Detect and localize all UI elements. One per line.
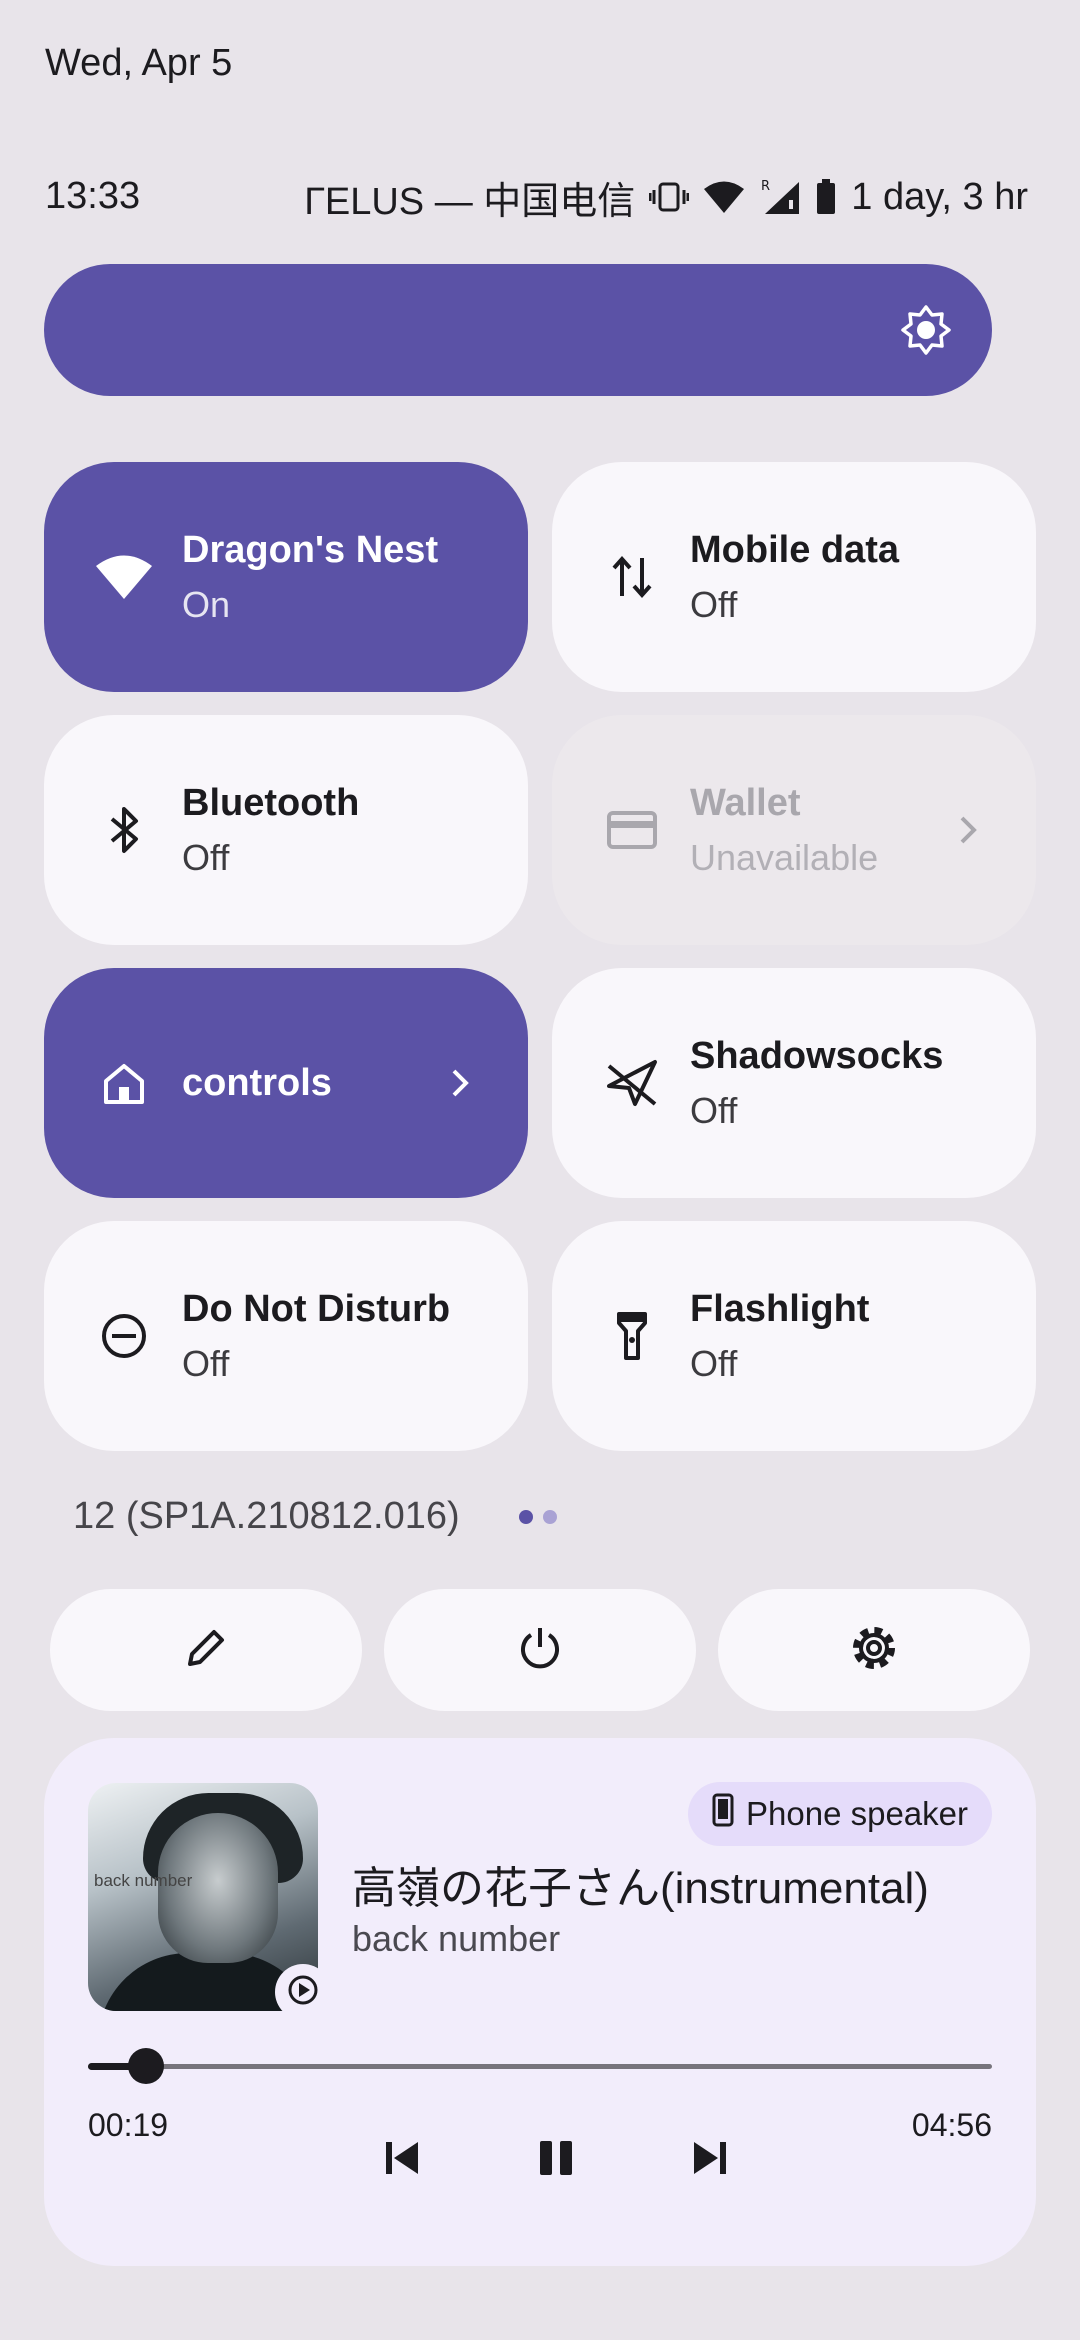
clock: 13:33	[45, 175, 141, 217]
tile-title: Dragon's Nest	[182, 528, 439, 571]
output-switcher-chip[interactable]: Phone speaker	[688, 1782, 992, 1846]
tile-title: Shadowsocks	[690, 1034, 944, 1077]
power-button[interactable]	[384, 1589, 696, 1711]
previous-button[interactable]	[372, 2130, 432, 2190]
song-title: 高嶺の花子さん(instrumental)	[352, 1864, 929, 1913]
tile-title: Mobile data	[690, 528, 900, 571]
total-time: 04:56	[911, 2107, 992, 2143]
tile-do-not-disturb[interactable]: Do Not Disturb Off	[44, 1221, 528, 1451]
tile-wallet[interactable]: Wallet Unavailable	[552, 715, 1036, 945]
tile-flashlight[interactable]: Flashlight Off	[552, 1221, 1036, 1451]
tile-subtitle: On	[182, 583, 231, 625]
tile-mobile-data[interactable]: Mobile data Off	[552, 462, 1036, 692]
tile-subtitle: Off	[690, 583, 738, 625]
tile-title: Bluetooth	[182, 781, 360, 824]
build-number[interactable]: 12 (SP1A.210812.016)	[73, 1495, 460, 1538]
wifi-icon	[94, 547, 154, 607]
tile-title: controls	[182, 1061, 332, 1104]
skip-next-icon	[690, 2138, 730, 2183]
home-icon	[94, 1053, 154, 1113]
mobile-data-icon	[602, 547, 662, 607]
pause-icon	[536, 2138, 576, 2183]
album-art-text: back number	[94, 1871, 193, 1890]
tile-subtitle: Off	[690, 1342, 738, 1384]
shadowsocks-icon	[602, 1053, 662, 1113]
phone-icon	[712, 1793, 734, 1835]
power-icon	[517, 1625, 563, 1676]
page-indicator	[519, 1510, 557, 1524]
tile-subtitle: Off	[690, 1089, 738, 1131]
tile-title: Wallet	[690, 781, 801, 824]
battery-text: 1 day, 3 hr	[851, 175, 1028, 218]
page-dot-active	[519, 1510, 533, 1524]
tile-title: Flashlight	[690, 1287, 870, 1330]
play-circle-icon	[286, 1973, 320, 2012]
brightness-icon	[900, 304, 952, 356]
seek-bar-thumb[interactable]	[127, 2048, 164, 2084]
gear-icon	[849, 1623, 899, 1678]
tile-bluetooth[interactable]: Bluetooth Off	[44, 715, 528, 945]
cell-signal-icon: R	[759, 178, 801, 216]
battery-icon	[815, 179, 837, 215]
seek-bar[interactable]	[88, 2064, 992, 2069]
flashlight-icon	[602, 1306, 662, 1366]
tile-subtitle: Off	[182, 836, 230, 878]
chevron-right-icon	[446, 1060, 476, 1106]
media-player[interactable]: back number Phone speaker 高嶺の花子さん(instru…	[44, 1738, 1036, 2266]
elapsed-time: 00:19	[88, 2107, 169, 2143]
status-bar-right: ГELUS — 中国电信 R 1 day, 3 hr	[304, 172, 1028, 223]
settings-button[interactable]	[718, 1589, 1030, 1711]
app-badge	[275, 1964, 331, 2020]
tile-subtitle: Off	[182, 1342, 230, 1384]
brightness-slider[interactable]	[44, 264, 992, 396]
tile-subtitle: Unavailable	[690, 836, 879, 878]
do-not-disturb-icon	[94, 1306, 154, 1366]
skip-previous-icon	[382, 2138, 422, 2183]
edit-button[interactable]	[50, 1589, 362, 1711]
svg-text:R: R	[761, 179, 770, 194]
bluetooth-icon	[94, 800, 154, 860]
wifi-signal-icon	[703, 180, 745, 214]
vibrate-icon	[649, 181, 690, 213]
carrier-label: ГELUS — 中国电信	[304, 180, 636, 223]
chevron-right-icon	[954, 807, 984, 853]
wallet-icon	[602, 800, 662, 860]
tile-title: Do Not Disturb	[182, 1287, 451, 1330]
pause-button[interactable]	[526, 2130, 586, 2190]
tile-wifi[interactable]: Dragon's Nest On	[44, 462, 528, 692]
artist-name: back number	[352, 1918, 561, 1959]
pencil-icon	[184, 1626, 228, 1675]
tile-home-controls[interactable]: controls	[44, 968, 528, 1198]
date: Wed, Apr 5	[45, 42, 233, 84]
page-dot	[543, 1510, 557, 1524]
next-button[interactable]	[680, 2130, 740, 2190]
tile-shadowsocks[interactable]: Shadowsocks Off	[552, 968, 1036, 1198]
output-label: Phone speaker	[746, 1795, 968, 1832]
